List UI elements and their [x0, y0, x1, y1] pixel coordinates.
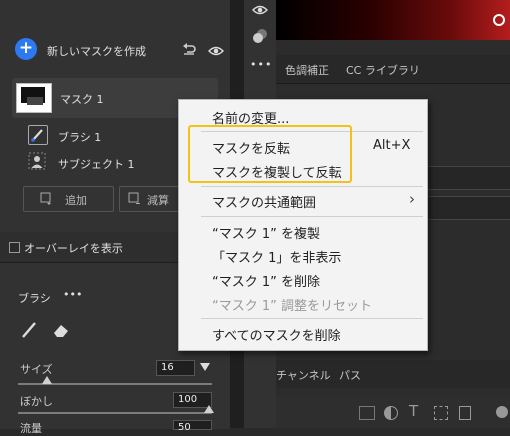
- size-label: サイズ: [20, 363, 53, 376]
- create-mask-label: 新しいマスクを作成: [47, 45, 146, 58]
- brush-panel-title: ブラシ: [18, 292, 51, 305]
- tab-color-adjustments[interactable]: 色調補正: [285, 62, 329, 78]
- subtract-button-label: 減算: [147, 194, 169, 207]
- add-mask-button[interactable]: +: [15, 38, 37, 60]
- size-input[interactable]: 16: [156, 360, 195, 376]
- layers-tab-bar: チャンネル パス: [276, 360, 510, 388]
- menu-item-reset-adjustments: “マスク 1” 調整をリセット: [179, 292, 427, 314]
- add-button[interactable]: 追加: [23, 186, 114, 212]
- color-picker-cursor[interactable]: [493, 14, 505, 26]
- adjustments-tab-bar: 色調補正 CC ライブラリ: [276, 55, 510, 84]
- image-filter-icon[interactable]: [359, 406, 375, 420]
- eye-icon[interactable]: [208, 42, 224, 56]
- brush-component-icon[interactable]: [28, 125, 48, 145]
- brush-more-icon[interactable]: •••: [63, 288, 82, 301]
- overlay-checkbox[interactable]: [9, 242, 20, 253]
- layer-filter-bar: T: [276, 396, 510, 428]
- color-picker-field[interactable]: [276, 0, 510, 40]
- menu-item-label: “マスク 1” を削除: [212, 275, 321, 290]
- brush-tool-icon[interactable]: [20, 321, 38, 339]
- overlapping-circles-icon[interactable]: [252, 28, 268, 44]
- feather-label: ぼかし: [20, 395, 53, 408]
- filter-toggle-icon[interactable]: [496, 406, 508, 418]
- visibility-icon[interactable]: [252, 1, 268, 15]
- menu-item-label: マスクの共通範囲: [212, 196, 317, 211]
- menu-separator: [201, 186, 423, 187]
- menu-item-delete-all[interactable]: すべてのマスクを削除: [179, 322, 427, 344]
- strip-more-icon[interactable]: •••: [250, 58, 272, 71]
- right-field-1[interactable]: [420, 166, 510, 190]
- feather-slider-knob[interactable]: [204, 405, 214, 413]
- menu-item-label: “マスク 1” 調整をリセット: [212, 299, 373, 314]
- flow-input[interactable]: 50: [173, 420, 212, 433]
- menu-separator: [201, 318, 423, 319]
- menu-item-rename[interactable]: 名前の変更...: [179, 105, 427, 127]
- subject-component-label: サブジェクト 1: [58, 158, 135, 171]
- menu-item-shortcut: Alt+X: [373, 138, 411, 153]
- size-slider-knob[interactable]: [42, 376, 52, 384]
- menu-separator: [201, 216, 423, 217]
- type-filter-icon[interactable]: T: [409, 402, 418, 420]
- subtract-button[interactable]: 減算: [119, 186, 180, 212]
- mask-name: マスク 1: [60, 93, 104, 106]
- submenu-arrow-icon: ›: [409, 190, 415, 208]
- adjustment-filter-icon[interactable]: [384, 406, 398, 420]
- right-field-2[interactable]: [420, 196, 510, 220]
- undo-icon[interactable]: [181, 41, 197, 55]
- subject-icon[interactable]: [28, 152, 46, 170]
- add-button-label: 追加: [65, 194, 87, 207]
- thumbnail-shape: [27, 97, 43, 105]
- menu-item-label: 「マスク 1」を非表示: [212, 251, 342, 266]
- menu-item-hide[interactable]: 「マスク 1」を非表示: [179, 244, 427, 266]
- menu-item-label: “マスク 1” を複製: [212, 227, 321, 242]
- size-dropdown-arrow-icon[interactable]: [200, 363, 210, 371]
- highlight-box: [188, 125, 352, 183]
- menu-item-delete[interactable]: “マスク 1” を削除: [179, 268, 427, 290]
- tab-channels[interactable]: チャンネル: [276, 367, 331, 383]
- shape-filter-icon[interactable]: [434, 406, 448, 420]
- flow-label: 流量: [20, 422, 42, 435]
- feather-slider-track[interactable]: [18, 412, 212, 414]
- menu-item-duplicate[interactable]: “マスク 1” を複製: [179, 220, 427, 242]
- smart-object-filter-icon[interactable]: [459, 406, 471, 420]
- brush-component-label: ブラシ 1: [58, 131, 102, 144]
- overlay-label: オーバーレイを表示: [24, 242, 123, 255]
- menu-item-label: すべてのマスクを削除: [212, 329, 341, 344]
- eraser-icon[interactable]: [52, 321, 70, 339]
- tab-paths[interactable]: パス: [339, 367, 361, 383]
- tab-cc-libraries[interactable]: CC ライブラリ: [346, 62, 420, 78]
- mask-thumbnail: [16, 83, 52, 113]
- menu-item-intersect[interactable]: マスクの共通範囲 ›: [179, 189, 427, 211]
